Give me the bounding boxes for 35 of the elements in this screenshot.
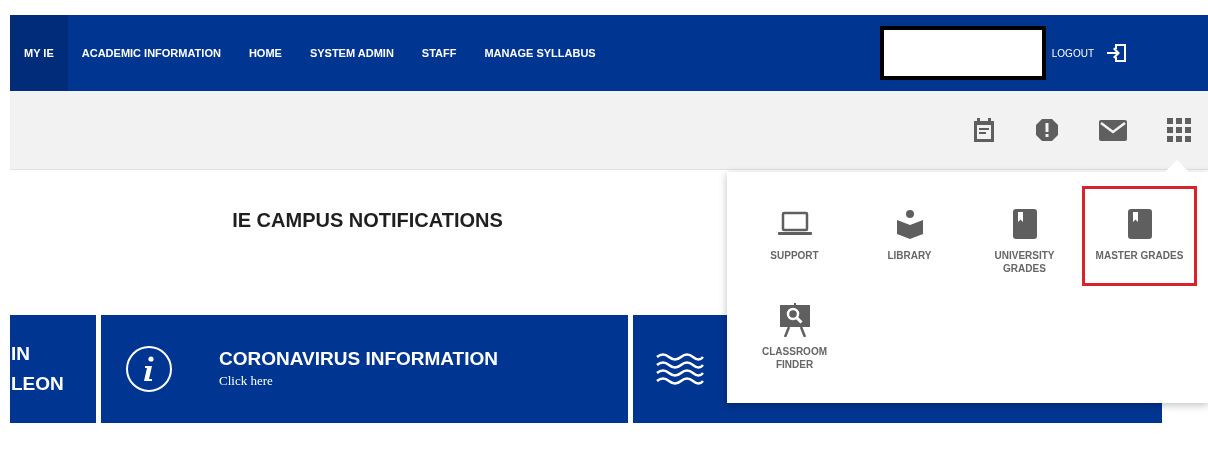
app-label: UNIVERSITY GRADES — [993, 249, 1056, 275]
app-label: CLASSROOM FINDER — [761, 345, 828, 371]
mail-icon[interactable] — [1099, 119, 1127, 141]
book-icon — [1012, 209, 1037, 239]
logout-link[interactable]: LOGOUT — [1051, 45, 1094, 61]
book-icon — [1127, 209, 1152, 239]
apps-grid-icon[interactable] — [1167, 118, 1191, 142]
app-label: MASTER GRADES — [1094, 249, 1185, 262]
laptop-icon — [777, 211, 812, 237]
nav-tab[interactable]: ACADEMIC INFORMATION — [67, 15, 235, 91]
alert-icon[interactable] — [1035, 118, 1059, 142]
info-icon — [125, 345, 173, 393]
card-title: IN LEON — [10, 342, 64, 396]
waves-icon — [655, 352, 705, 386]
notification-card[interactable]: IN LEON — [10, 315, 96, 423]
reading-person-icon — [895, 209, 924, 239]
nav-tab[interactable]: MANAGE SYLLABUS — [470, 15, 610, 91]
calendar-icon[interactable] — [973, 117, 995, 143]
nav-tab[interactable]: SYSTEM ADMIN — [295, 15, 408, 91]
nav-tab[interactable]: MY IE — [10, 15, 68, 91]
logout-icon[interactable] — [1106, 43, 1128, 63]
easel-search-icon — [777, 303, 812, 337]
card-link[interactable]: Click here — [219, 371, 498, 391]
card-title: CORONAVIRUS INFORMATION — [219, 347, 498, 372]
app-label: SUPPORT — [769, 249, 820, 262]
app-label: LIBRARY — [886, 249, 933, 262]
app-tile[interactable]: CLASSROOM FINDER — [737, 300, 852, 380]
app-tile[interactable]: UNIVERSITY GRADES — [967, 186, 1082, 286]
nav-tab[interactable]: HOME — [234, 15, 296, 91]
nav-tab[interactable]: STAFF — [407, 15, 471, 91]
app-tile[interactable]: LIBRARY — [852, 186, 967, 286]
app-tile[interactable]: SUPPORT — [737, 186, 852, 286]
notification-card[interactable]: CORONAVIRUS INFORMATION Click here — [101, 315, 628, 423]
page-title: IE CAMPUS NOTIFICATIONS — [232, 208, 503, 233]
app-tile[interactable]: MASTER GRADES — [1082, 186, 1197, 286]
